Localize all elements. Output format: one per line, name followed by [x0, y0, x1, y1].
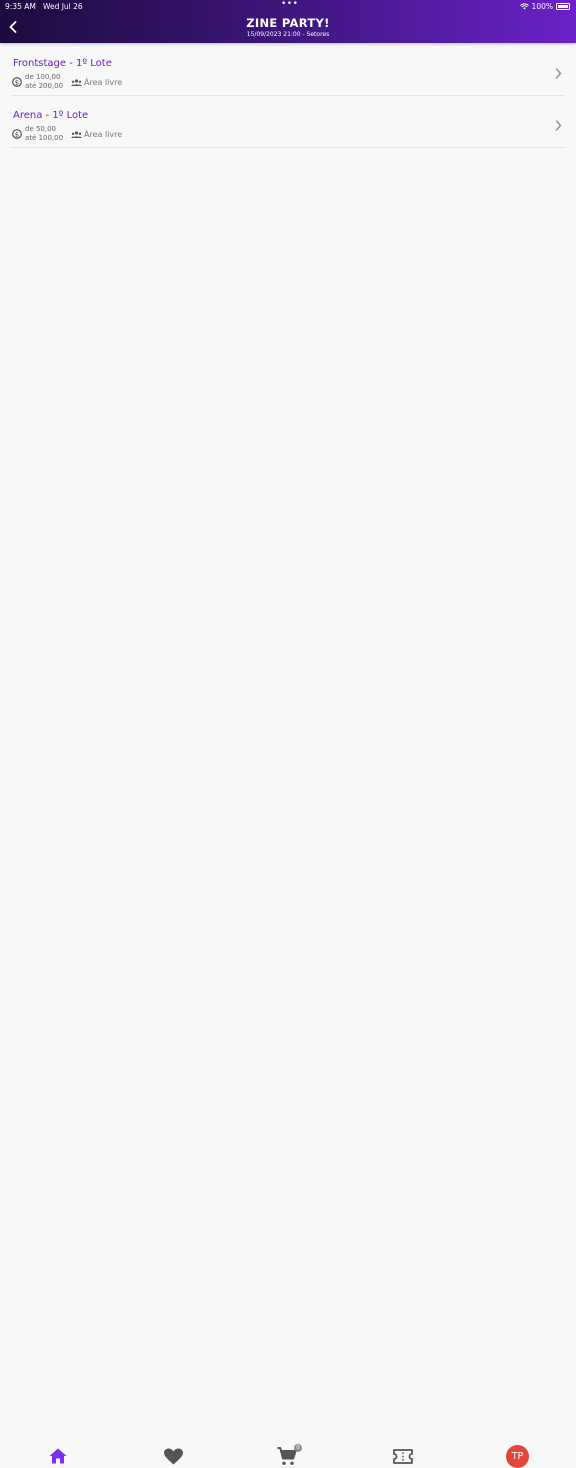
tab-tickets[interactable]	[392, 1445, 414, 1467]
price-range: de 100,00 até 200,00	[25, 73, 63, 90]
chevron-right-icon	[555, 68, 562, 79]
tab-cart[interactable]: 0	[276, 1444, 302, 1467]
sector-price: $ de 50,00 até 100,00	[12, 125, 63, 142]
tab-profile[interactable]: TP	[506, 1444, 529, 1468]
chevron-right-icon	[555, 120, 562, 131]
price-from: de 50,00	[25, 125, 57, 133]
svg-text:$: $	[15, 78, 19, 86]
header-bar: 9:35 AM Wed Jul 26 ••• 100% ZINE PARTY! …	[0, 0, 576, 43]
area-label: Área livre	[84, 78, 123, 87]
sector-row[interactable]: Arena - 1º Lote $ de 50,00 até 100,00 Ár…	[12, 96, 564, 148]
battery-icon	[556, 2, 570, 11]
area-label: Área livre	[84, 130, 123, 139]
home-icon	[49, 1448, 67, 1464]
status-bar: 9:35 AM Wed Jul 26 ••• 100%	[0, 0, 576, 12]
multitasking-dots[interactable]: •••	[281, 0, 298, 9]
wifi-icon	[519, 3, 529, 10]
tab-home[interactable]	[47, 1445, 69, 1467]
tab-favorites[interactable]	[162, 1445, 184, 1467]
sector-list: Frontstage - 1º Lote $ de 100,00 até 200…	[0, 44, 576, 148]
avatar: TP	[506, 1444, 529, 1468]
sector-name: Arena - 1º Lote	[13, 110, 89, 121]
sector-row[interactable]: Frontstage - 1º Lote $ de 100,00 até 200…	[12, 44, 564, 96]
status-time: 9:35 AM Wed Jul 26	[5, 2, 83, 11]
price-to: até 100,00	[25, 133, 64, 142]
group-icon	[71, 79, 82, 86]
tab-bar: 0 TP	[0, 716, 576, 1468]
sector-name: Frontstage - 1º Lote	[13, 58, 112, 69]
sector-area: Área livre	[71, 130, 122, 139]
svg-text:$: $	[15, 130, 19, 138]
status-right: 100%	[519, 2, 570, 11]
battery-percent: 100%	[531, 2, 553, 11]
dollar-icon: $	[12, 76, 22, 87]
sector-price: $ de 100,00 até 200,00	[12, 73, 63, 90]
ticket-icon	[393, 1448, 413, 1464]
page-title: ZINE PARTY!	[246, 16, 330, 30]
cart-count-badge: 0	[294, 1444, 302, 1452]
sector-area: Área livre	[71, 78, 122, 87]
page-subtitle: 15/09/2023 21:00 - Setores	[246, 31, 330, 38]
heart-icon	[163, 1448, 183, 1464]
price-from: de 100,00	[25, 73, 61, 81]
group-icon	[71, 131, 82, 138]
price-to: até 200,00	[25, 81, 64, 90]
price-range: de 50,00 até 100,00	[25, 125, 63, 142]
dollar-icon: $	[12, 128, 22, 139]
